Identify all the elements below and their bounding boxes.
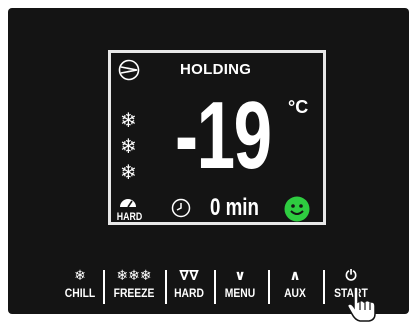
temperature-unit: °C [288,97,309,117]
hard-mode-indicator: HARD [114,193,142,223]
button-divider [268,270,270,304]
smiley-icon [284,196,310,222]
double-triangle-down-icon: ∇∇ [179,268,199,284]
status-text: HOLDING [180,61,252,78]
chevron-down-icon: ∨ [234,268,246,284]
hard-button[interactable]: ∇∇ HARD [167,268,211,306]
hard-mode-label: HARD [116,211,143,223]
snowflake-icon: ❄ [74,268,86,284]
temperature-value: -19 [175,82,272,189]
chill-label: CHILL [64,286,96,300]
button-divider [323,270,325,304]
snowflake-icon: ❄ [120,160,137,184]
snowflake-icon: ❄ [120,108,137,132]
freeze-button[interactable]: ❄❄❄ FREEZE [105,268,163,306]
compressor-icon [118,59,140,81]
hard-mode-icon [120,199,136,208]
menu-label: MENU [224,286,256,300]
pointing-hand-icon [347,286,376,322]
hard-label: HARD [174,286,204,300]
menu-button[interactable]: ∨ MENU [216,268,264,306]
triple-snowflake-icon: ❄❄❄ [116,268,152,284]
chevron-up-icon: ∧ [289,268,301,284]
aux-label: AUX [284,286,306,300]
snowflake-icon: ❄ [120,134,137,158]
timer-value: 0 min [210,194,259,221]
power-icon: ⏻ [345,268,357,284]
freeze-label: FREEZE [113,286,155,300]
chill-button[interactable]: ❄ CHILL [60,268,100,306]
clock-icon [171,198,191,218]
aux-button[interactable]: ∧ AUX [272,268,318,306]
